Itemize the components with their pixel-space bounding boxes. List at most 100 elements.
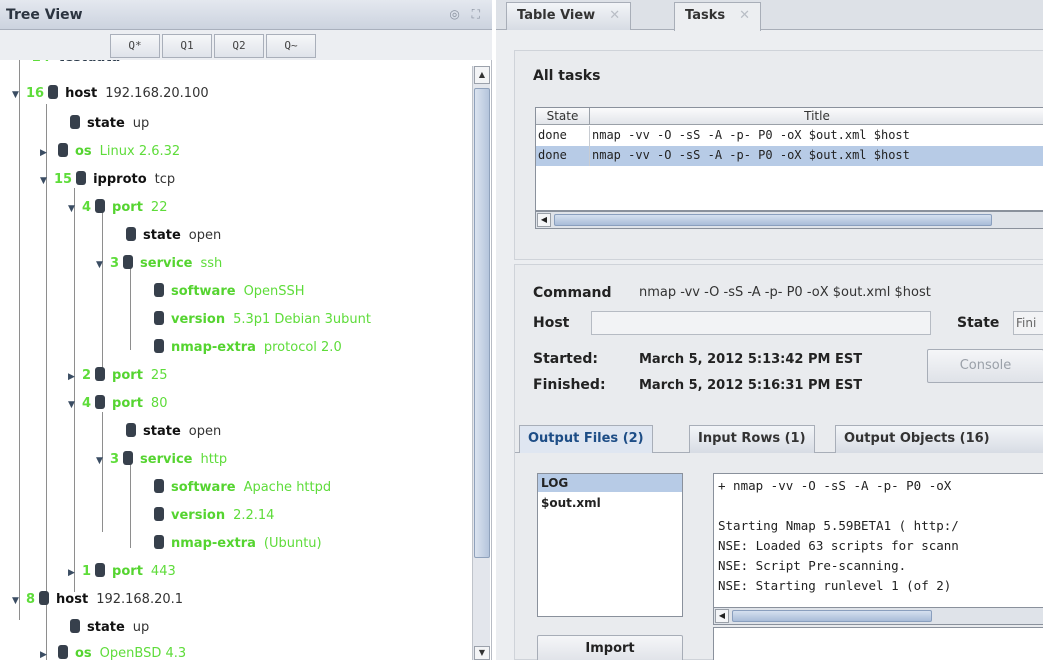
tree-node-host[interactable]: ▼ 16 host 192.168.20.100 xyxy=(12,82,209,106)
output-horizontal-scrollbar[interactable]: ◀ xyxy=(713,607,1043,625)
node-icon xyxy=(154,339,164,353)
cell-title: nmap -vv -O -sS -A -p- P0 -oX $out.xml $… xyxy=(590,146,1043,166)
expand-icon[interactable]: ▼ xyxy=(96,253,110,277)
state-field[interactable]: Fini xyxy=(1013,311,1043,335)
node-icon xyxy=(58,645,68,659)
finished-value: March 5, 2012 5:16:31 PM EST xyxy=(639,378,863,393)
expand-icon[interactable]: ▼ xyxy=(68,393,82,417)
tree-node-ipproto[interactable]: ▼ 15 ipproto tcp xyxy=(40,168,175,192)
tree-node-state[interactable]: state up xyxy=(52,616,149,640)
scroll-thumb[interactable] xyxy=(732,610,932,622)
host-field[interactable] xyxy=(591,311,931,335)
output-text-area[interactable]: + nmap -vv -O -sS -A -p- P0 -oX Starting… xyxy=(713,473,1043,617)
state-label: State xyxy=(957,315,1000,331)
import-button[interactable]: Import xyxy=(537,635,683,660)
list-item-out-xml[interactable]: $out.xml xyxy=(538,494,682,512)
query-custom-button[interactable]: Q~ xyxy=(266,34,316,58)
output-files-list[interactable]: LOG $out.xml xyxy=(537,473,683,617)
finished-label: Finished: xyxy=(533,377,606,393)
panel-controls-icon[interactable]: ◎ ⛶ xyxy=(449,7,484,22)
tree-node-testdata[interactable]: 24 testdata xyxy=(32,60,128,70)
query-2-button[interactable]: Q2 xyxy=(214,34,264,58)
node-icon xyxy=(126,423,136,437)
tab-output-objects[interactable]: Output Objects (16) xyxy=(835,425,1043,453)
tab-tasks[interactable]: Tasks ✕ xyxy=(674,2,761,31)
query-1-button[interactable]: Q1 xyxy=(162,34,212,58)
scroll-thumb[interactable] xyxy=(474,88,490,558)
query-all-button[interactable]: Q* xyxy=(110,34,160,58)
query-toolbar: Q* Q1 Q2 Q~ xyxy=(0,30,492,60)
column-header-title[interactable]: Title xyxy=(590,108,1043,125)
expand-icon[interactable]: ▶ xyxy=(40,141,54,165)
tree-node-software[interactable]: software OpenSSH xyxy=(136,280,305,304)
node-icon xyxy=(58,143,68,157)
all-tasks-panel: All tasks State Title done nmap -vv -O -… xyxy=(514,50,1043,260)
tree-node-software[interactable]: software Apache httpd xyxy=(136,476,331,500)
tree-node-host[interactable]: ▼ 8 host 192.168.20.1 xyxy=(12,588,183,612)
tree-node-state[interactable]: state open xyxy=(108,420,221,444)
node-icon xyxy=(39,591,50,605)
tree-node-port[interactable]: ▼ 4 port 22 xyxy=(68,196,167,220)
tree-scrollbar[interactable]: ▲ ▼ xyxy=(472,66,490,660)
close-icon[interactable]: ✕ xyxy=(609,8,620,23)
tree-node-nmap-extra[interactable]: nmap-extra (Ubuntu) xyxy=(136,532,322,556)
node-icon xyxy=(154,479,164,493)
tab-input-rows[interactable]: Input Rows (1) xyxy=(689,425,815,453)
node-icon xyxy=(95,367,106,381)
scroll-left-icon[interactable]: ◀ xyxy=(715,609,729,623)
tree-node-version[interactable]: version 2.2.14 xyxy=(136,504,274,528)
scroll-thumb[interactable] xyxy=(554,214,992,226)
tree-node-port[interactable]: ▼ 4 port 80 xyxy=(68,392,167,416)
console-button[interactable]: Console xyxy=(927,349,1043,383)
tab-output-files[interactable]: Output Files (2) xyxy=(519,425,653,453)
tree-view-header: Tree View ◎ ⛶ xyxy=(0,0,492,30)
output-line: NSE: Loaded 63 scripts for scann xyxy=(718,538,959,553)
scroll-up-icon[interactable]: ▲ xyxy=(474,66,490,84)
tree-node-nmap-extra[interactable]: nmap-extra protocol 2.0 xyxy=(136,336,342,360)
node-icon xyxy=(154,311,164,325)
output-line: NSE: Script Pre-scanning. xyxy=(718,558,907,573)
tree-node-state[interactable]: state up xyxy=(52,112,149,136)
close-icon[interactable]: ✕ xyxy=(739,8,750,23)
expand-icon[interactable]: ▶ xyxy=(68,561,82,585)
tree-node-service[interactable]: ▼ 3 service http xyxy=(96,448,227,472)
scroll-down-icon[interactable]: ▼ xyxy=(474,646,490,660)
tree[interactable]: 24 testdata ▼16host192.168.20.100 stateu… xyxy=(12,60,474,660)
expand-icon[interactable]: ▶ xyxy=(40,643,54,660)
expand-icon[interactable]: ▼ xyxy=(96,449,110,473)
started-value: March 5, 2012 5:13:42 PM EST xyxy=(639,352,863,367)
tasks-table[interactable]: State Title done nmap -vv -O -sS -A -p- … xyxy=(535,107,1043,211)
scroll-left-icon[interactable]: ◀ xyxy=(537,213,551,227)
expand-icon[interactable]: ▼ xyxy=(12,589,26,613)
tree-node-os[interactable]: ▶ os OpenBSD 4.3 xyxy=(40,642,186,660)
tree-node-service[interactable]: ▼ 3 service ssh xyxy=(96,252,222,276)
tree-node-version[interactable]: version 5.3p1 Debian 3ubunt xyxy=(136,308,371,332)
tab-table-view[interactable]: Table View ✕ xyxy=(506,2,632,30)
column-header-state[interactable]: State xyxy=(536,108,590,125)
expand-icon[interactable]: ▶ xyxy=(68,365,82,389)
expand-icon[interactable]: ▼ xyxy=(40,169,54,193)
expand-icon[interactable]: ▼ xyxy=(12,83,26,107)
tasks-horizontal-scrollbar[interactable]: ◀ xyxy=(535,211,1043,229)
tree-view-panel: Tree View ◎ ⛶ Q* Q1 Q2 Q~ 24 testdata ▼1… xyxy=(0,0,492,660)
tree-guide-line xyxy=(102,210,103,378)
tree-node-port[interactable]: ▶ 1 port 443 xyxy=(68,560,176,584)
tree-guide-line xyxy=(130,266,131,350)
tree-node-state[interactable]: state open xyxy=(108,224,221,248)
tree-node-port[interactable]: ▶ 2 port 25 xyxy=(68,364,167,388)
output-lower-area xyxy=(713,627,1043,660)
started-label: Started: xyxy=(533,351,598,367)
node-icon xyxy=(123,255,134,269)
list-item-log[interactable]: LOG xyxy=(538,474,682,492)
table-row[interactable]: done nmap -vv -O -sS -A -p- P0 -oX $out.… xyxy=(536,126,1043,146)
table-row-selected[interactable]: done nmap -vv -O -sS -A -p- P0 -oX $out.… xyxy=(536,146,1043,166)
all-tasks-title: All tasks xyxy=(533,68,601,84)
tree-view-title: Tree View xyxy=(6,7,83,23)
cell-state: done xyxy=(536,146,590,166)
output-line: Starting Nmap 5.59BETA1 ( http:/ xyxy=(718,518,959,533)
tree-node-os[interactable]: ▶ os Linux 2.6.32 xyxy=(40,140,180,164)
node-icon xyxy=(154,283,164,297)
output-tab-bar: Output Files (2) Input Rows (1) Output O… xyxy=(515,423,1043,453)
expand-icon[interactable]: ▼ xyxy=(68,197,82,221)
command-value: nmap -vv -O -sS -A -p- P0 -oX $out.xml $… xyxy=(639,285,931,300)
